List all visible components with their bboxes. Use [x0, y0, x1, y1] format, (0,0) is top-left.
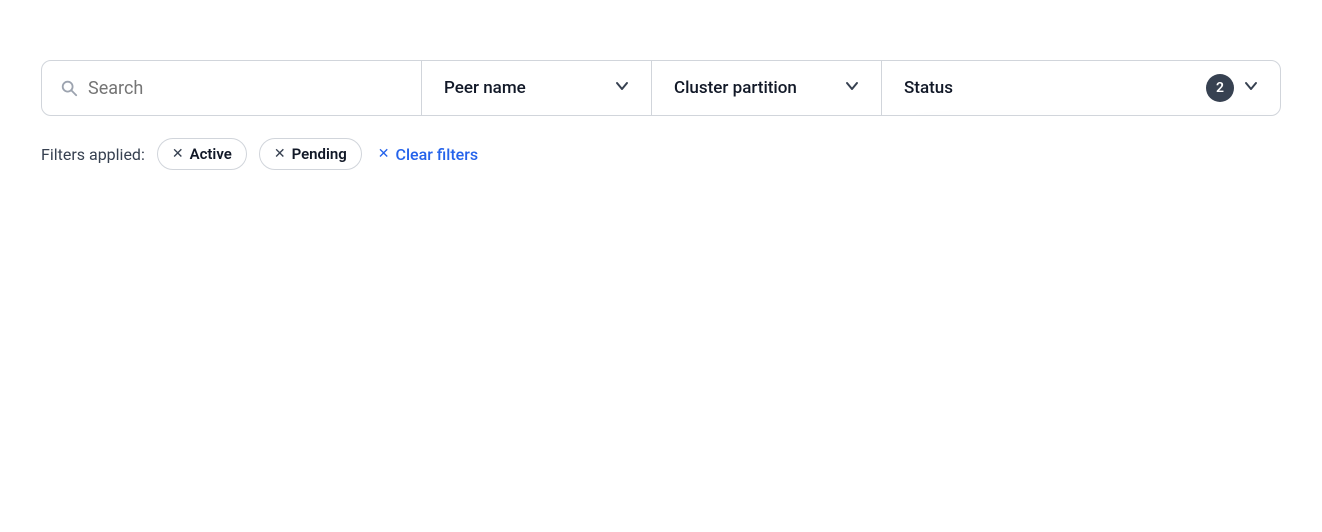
- status-label: Status: [904, 78, 1196, 98]
- peer-name-chevron-icon: [615, 79, 629, 97]
- filters-applied-label: Filters applied:: [41, 145, 145, 164]
- search-icon: [60, 79, 78, 97]
- chip-pending-label: Pending: [292, 145, 347, 163]
- status-chevron-icon: [1244, 79, 1258, 97]
- peer-name-dropdown[interactable]: Peer name: [422, 61, 652, 115]
- clear-filters-button[interactable]: ✕ Clear filters: [374, 139, 482, 170]
- filter-bar: Peer name Cluster partition Status 2: [41, 60, 1281, 116]
- clear-filters-icon: ✕: [378, 146, 390, 162]
- status-count-badge: 2: [1206, 74, 1234, 102]
- cluster-partition-chevron-icon: [845, 79, 859, 97]
- chip-close-active-icon[interactable]: ✕: [172, 146, 184, 162]
- main-container: Peer name Cluster partition Status 2: [41, 60, 1281, 170]
- cluster-partition-label: Cluster partition: [674, 78, 835, 98]
- filter-chip-active[interactable]: ✕ Active: [157, 138, 247, 170]
- chip-active-label: Active: [190, 145, 232, 163]
- chip-close-pending-icon[interactable]: ✕: [274, 146, 286, 162]
- filters-row: Filters applied: ✕ Active ✕ Pending ✕ Cl…: [41, 138, 1281, 170]
- filter-chip-pending[interactable]: ✕ Pending: [259, 138, 362, 170]
- cluster-partition-dropdown[interactable]: Cluster partition: [652, 61, 882, 115]
- peer-name-label: Peer name: [444, 78, 605, 98]
- clear-filters-label: Clear filters: [396, 145, 479, 164]
- search-input[interactable]: [88, 78, 403, 99]
- search-section[interactable]: [42, 61, 422, 115]
- status-dropdown[interactable]: Status 2 Failing 4 Active: [882, 61, 1280, 115]
